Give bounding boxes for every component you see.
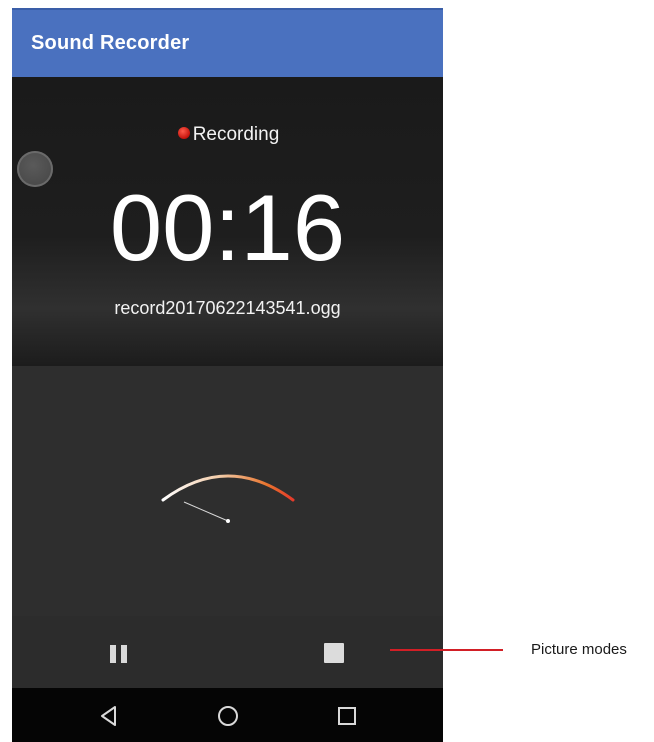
- meter-needle: [183, 501, 229, 522]
- recording-file-name: record20170622143541.ogg: [114, 298, 341, 318]
- pause-icon-bar: [121, 645, 127, 663]
- stop-button[interactable]: [320, 639, 348, 667]
- back-triangle-icon[interactable]: [96, 703, 122, 729]
- meter-pivot: [226, 519, 230, 523]
- elapsed-timer: 00:16: [109, 175, 346, 280]
- vu-meter-gauge: [161, 474, 295, 523]
- pause-button[interactable]: [106, 641, 134, 669]
- recorder-controls: [12, 616, 443, 688]
- recording-status: Recording: [12, 124, 443, 150]
- home-circle-icon[interactable]: [215, 703, 241, 729]
- callout-label: Picture modes: [531, 641, 627, 658]
- recording-status-label: Recording: [192, 124, 280, 145]
- stop-icon: [324, 643, 344, 663]
- callout-line: [390, 649, 503, 651]
- pause-icon: [110, 645, 116, 663]
- app-bar: Sound Recorder: [12, 8, 443, 77]
- record-dot-icon: [177, 127, 190, 139]
- app-title: Sound Recorder: [31, 32, 190, 54]
- phone-screen: Sound Recorder Recording 00:16 record201…: [12, 8, 443, 742]
- recents-square-icon[interactable]: [334, 703, 360, 729]
- meter-arc: [161, 474, 295, 502]
